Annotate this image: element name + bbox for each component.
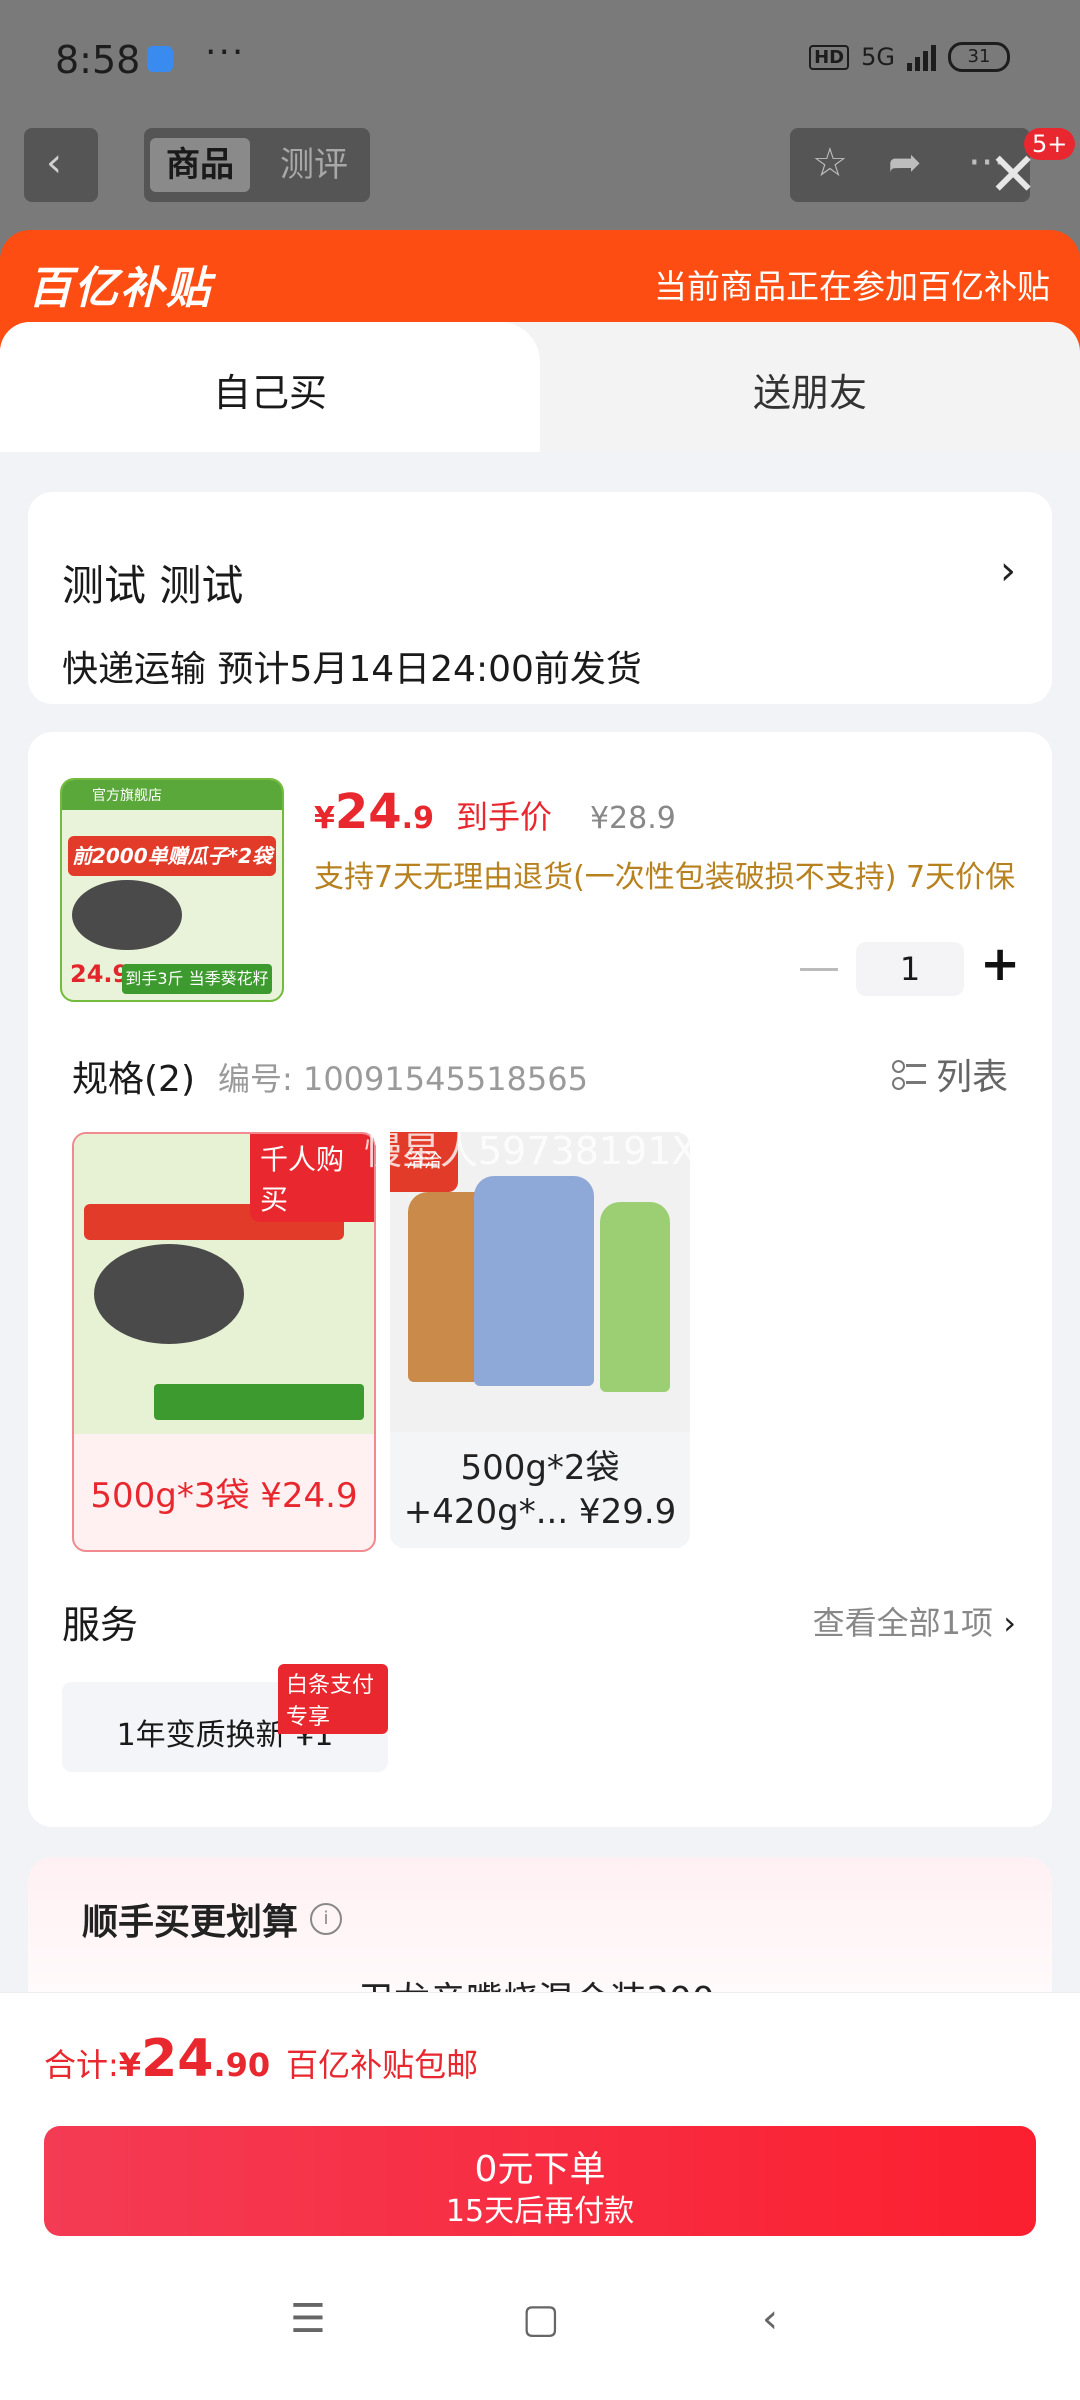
thumb-price: 24.9 [70, 960, 130, 988]
tab-send-friend[interactable]: 送朋友 [540, 322, 1080, 452]
tab-product[interactable]: 商品 [150, 138, 250, 192]
quantity-input[interactable]: 1 [856, 942, 964, 996]
pay-later-label: 15天后再付款 [445, 2194, 635, 2229]
total-label: 合计: [44, 2046, 119, 2084]
service-title: 服务 [62, 1603, 139, 1647]
total-decimal: .90 [213, 2046, 271, 2084]
signal-icon [907, 43, 936, 71]
battery-icon: 31 [948, 42, 1010, 72]
spec-option-2-label-line1: 500g*2袋 [460, 1448, 620, 1488]
service-option[interactable]: 1年变质换新 ¥1 白条支付专享 [62, 1664, 388, 1772]
total-currency: ¥ [118, 2046, 142, 2084]
service-exclusive-tag: 白条支付专享 [278, 1664, 388, 1734]
status-time: 8:58 [55, 38, 141, 82]
list-icon [891, 1057, 926, 1091]
price-currency: ¥ [314, 801, 335, 836]
order-footer: 0元下单 15天后再付款 ☰ ▢ ‹ [0, 2114, 1080, 2400]
thumb-slogan: 前2000单赠瓜子*2袋 [68, 836, 276, 876]
sheet-body: 测试 测试 › 快递运输 预计5月14日24:00前发货 官方旗舰店 前2000… [0, 452, 1080, 2057]
price-row: ¥ 24 .9 到手价 ¥28.9 [314, 784, 676, 840]
home-icon[interactable]: ▢ [522, 2296, 560, 2342]
walnut-bag [474, 1176, 594, 1386]
address-card[interactable]: 测试 测试 › 快递运输 预计5月14日24:00前发货 [28, 492, 1052, 704]
sunflower-seeds-image [72, 880, 182, 950]
sunflower-seeds-image [94, 1244, 244, 1344]
return-policy: 支持7天无理由退货(一次性包装破损不支持) 7天价保 [314, 860, 1016, 895]
subsidy-logo: 百亿补贴 [28, 263, 212, 314]
total-integer: 24 [141, 2029, 214, 2089]
list-view-toggle[interactable]: 列表 [891, 1048, 1008, 1100]
spec-option-1-label: 500g*3袋 ¥24.9 [90, 1475, 358, 1516]
price-label: 到手价 [455, 798, 552, 836]
chevron-right-icon: › [1003, 1604, 1016, 1642]
spec-option-2-label-line2: +420g*... ¥29.9 [403, 1492, 677, 1532]
spec-option-2-label: 500g*2袋 +420g*... ¥29.9 [390, 1432, 690, 1548]
tab-buy-self[interactable]: 自己买 [0, 322, 540, 452]
page-tabs: 商品 测评 [144, 128, 370, 202]
more-notifications-icon: ··· [205, 32, 246, 73]
green-bag [600, 1202, 670, 1392]
place-order-button[interactable]: 0元下单 15天后再付款 [44, 2126, 1036, 2236]
quantity-increase-button[interactable]: + [980, 936, 1020, 992]
network-label: 5G [861, 43, 895, 71]
list-view-label: 列表 [935, 1057, 1008, 1098]
star-icon[interactable]: ☆ [812, 140, 848, 186]
chevron-right-icon: › [1000, 548, 1016, 594]
buy-mode-tabs: 自己买 送朋友 [0, 322, 1080, 452]
tab-send-friend-label: 送朋友 [752, 371, 867, 415]
shipping-estimate: 快递运输 预计5月14日24:00前发货 [62, 649, 642, 690]
status-bar: 8:58 ··· HD 5G 31 [0, 0, 1080, 120]
status-indicators: HD 5G 31 [809, 42, 1010, 72]
back-nav-icon[interactable]: ‹ [762, 2296, 778, 2342]
share-icon[interactable]: ➦ [888, 140, 922, 186]
price-integer: 24 [334, 784, 402, 840]
tab-buy-self-label: 自己买 [212, 371, 327, 415]
quantity-decrease-button[interactable]: — [798, 942, 840, 991]
hd-icon: HD [809, 44, 850, 70]
total-summary: 合计: ¥ 24 .90 百亿补贴包邮 [44, 2029, 478, 2089]
spec-option-1[interactable]: 千人购买 500g*3袋 ¥24.9 [72, 1132, 376, 1552]
spec-title: 规格(2) [72, 1059, 195, 1100]
addon-title: 顺手买更划算 i [82, 1893, 343, 1945]
spec-option-2[interactable]: 500g*2袋 +420g*... ¥29.9 [390, 1132, 690, 1548]
info-icon[interactable]: i [310, 1903, 343, 1935]
product-card: 官方旗舰店 前2000单赠瓜子*2袋 24.9 到手3斤 当季葵花籽 ¥ 24 … [28, 732, 1052, 1827]
view-all-services-link[interactable]: 查看全部1项 › [813, 1598, 1016, 1644]
subsidy-note: 当前商品正在参加百亿补贴 [654, 267, 1050, 306]
product-thumbnail: 官方旗舰店 前2000单赠瓜子*2袋 24.9 到手3斤 当季葵花籽 [60, 778, 284, 1002]
original-price: ¥28.9 [589, 801, 676, 836]
price-decimal: .9 [401, 801, 434, 836]
app-notification-icon [147, 46, 173, 72]
total-bar: 合计: ¥ 24 .90 百亿补贴包邮 [0, 1992, 1080, 2115]
free-shipping-note: 百亿补贴包邮 [286, 2046, 479, 2084]
tab-reviews[interactable]: 测评 [264, 138, 364, 192]
popular-badge: 千人购买 [250, 1134, 374, 1222]
sku-number: 编号: 10091545518565 [218, 1060, 588, 1098]
watermark: 慢星人59738191X [364, 1129, 698, 1173]
back-button[interactable]: ‹ [24, 128, 98, 202]
chevron-left-icon: ‹ [46, 140, 62, 186]
close-icon[interactable]: ✕ [988, 140, 1038, 210]
menu-icon[interactable]: ☰ [290, 2296, 326, 2342]
thumb-store: 官方旗舰店 [92, 788, 162, 804]
view-all-services-label: 查看全部1项 [812, 1604, 994, 1642]
recipient-name: 测试 测试 [62, 561, 244, 610]
addon-title-text: 顺手买更划算 [82, 1902, 299, 1943]
place-order-label: 0元下单 [474, 2149, 606, 2190]
tagline-strip [154, 1384, 364, 1420]
thumb-tagline: 到手3斤 当季葵花籽 [122, 964, 272, 994]
